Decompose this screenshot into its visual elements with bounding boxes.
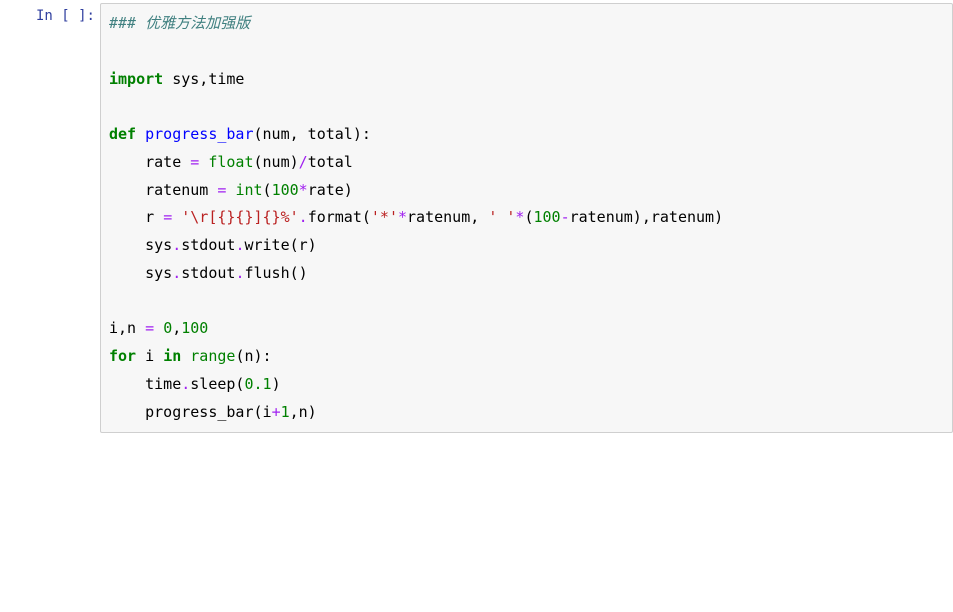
code-editor[interactable]: ### 优雅方法加强版 import sys,time def progress… [109, 10, 944, 426]
input-prompt: In [ ]: [0, 3, 100, 433]
code-input-area[interactable]: ### 优雅方法加强版 import sys,time def progress… [100, 3, 953, 433]
code-cell: In [ ]: ### 优雅方法加强版 import sys,time def … [0, 0, 953, 436]
output-cell [0, 440, 953, 576]
output-prompt [0, 443, 100, 573]
output-area [100, 443, 953, 573]
